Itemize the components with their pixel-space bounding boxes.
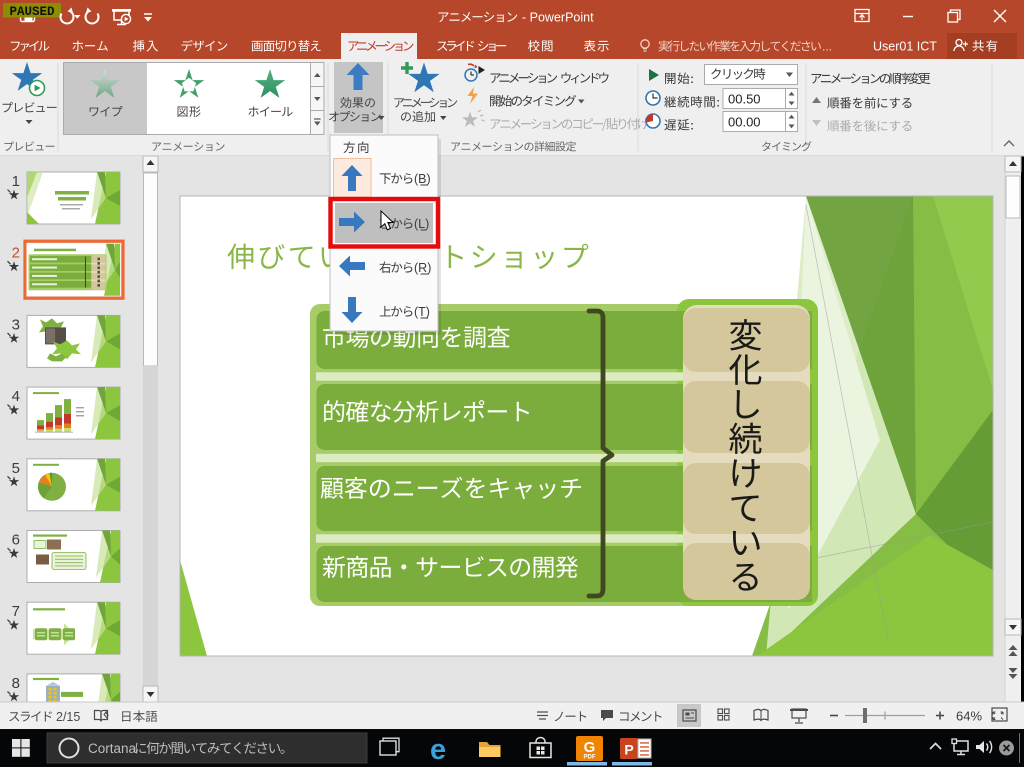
svg-text:P: P	[624, 742, 633, 758]
svg-text:8: 8	[12, 675, 20, 692]
svg-text:2: 2	[12, 245, 20, 262]
svg-text:(R): (R)	[414, 261, 431, 275]
svg-text:- PowerPoint: - PowerPoint	[522, 11, 594, 25]
svg-text:(T): (T)	[414, 305, 430, 319]
svg-text:00.50: 00.50	[728, 92, 761, 107]
svg-text:(L): (L)	[414, 217, 429, 231]
svg-text:2/15: 2/15	[56, 710, 80, 724]
svg-text:(B): (B)	[414, 172, 431, 186]
svg-text:5: 5	[12, 460, 20, 477]
svg-text:00.00: 00.00	[728, 115, 761, 130]
svg-text:G: G	[584, 739, 596, 756]
svg-text:PAUSED: PAUSED	[9, 5, 55, 19]
svg-text:3: 3	[12, 316, 20, 333]
svg-text:...: ...	[822, 40, 832, 54]
svg-text:6: 6	[12, 532, 20, 549]
svg-text:4: 4	[12, 388, 20, 405]
svg-text:7: 7	[12, 603, 20, 620]
svg-text:PDF: PDF	[584, 755, 596, 761]
svg-text:Cortana: Cortana	[88, 741, 137, 756]
svg-text:64%: 64%	[956, 709, 982, 724]
svg-text:1: 1	[12, 173, 20, 190]
svg-text:e: e	[430, 734, 446, 766]
svg-text:User01 ICT: User01 ICT	[873, 40, 937, 54]
